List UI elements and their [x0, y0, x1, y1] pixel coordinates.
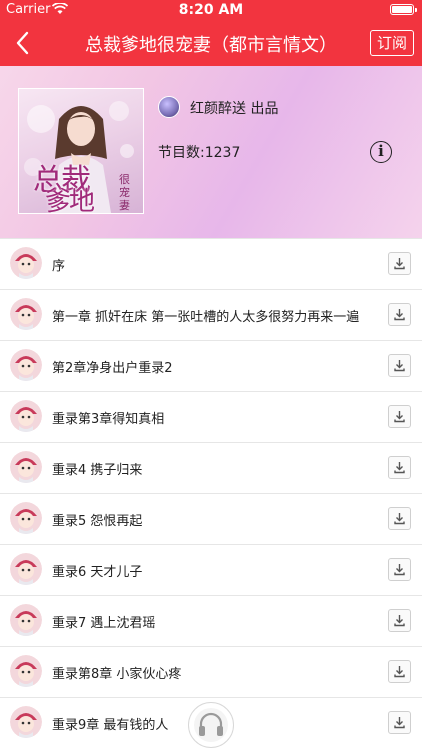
- episode-avatar: [10, 604, 42, 636]
- episode-row[interactable]: 序: [0, 238, 422, 289]
- clock: 8:20 AM: [178, 2, 244, 18]
- episode-row[interactable]: 重录第3章得知真相: [0, 391, 422, 442]
- author-name: 红颜醉送 出品: [190, 101, 279, 117]
- episode-avatar: [10, 298, 42, 330]
- download-icon[interactable]: [388, 609, 411, 632]
- headphones-icon: [194, 708, 228, 742]
- download-icon[interactable]: [388, 405, 411, 428]
- episode-title: 重录9章 最有钱的人: [52, 718, 169, 733]
- episode-row[interactable]: 重录7 遇上沈君瑶: [0, 595, 422, 646]
- download-icon[interactable]: [388, 507, 411, 530]
- download-icon[interactable]: [388, 711, 411, 734]
- episode-title: 重录7 遇上沈君瑶: [52, 616, 156, 631]
- subscribe-button[interactable]: 订阅: [370, 30, 414, 56]
- cover-title-second: 爹地: [45, 187, 95, 214]
- info-icon[interactable]: i: [370, 141, 392, 163]
- episode-avatar: [10, 247, 42, 279]
- album-header: 总裁 爹地 很宠妻 红颜醉送 出品 节目数:1237 i: [0, 66, 422, 238]
- episode-avatar: [10, 400, 42, 432]
- episode-avatar: [10, 655, 42, 687]
- album-cover[interactable]: 总裁 爹地 很宠妻: [18, 88, 144, 214]
- episode-avatar: [10, 451, 42, 483]
- episode-row[interactable]: 重录第8章 小家伙心疼: [0, 646, 422, 697]
- episode-row[interactable]: 第2章净身出户重录2: [0, 340, 422, 391]
- download-icon[interactable]: [388, 252, 411, 275]
- episode-count: 节目数:1237: [158, 145, 241, 161]
- navigation-bar: 总裁爹地很宠妻（都市言情文） 订阅: [0, 20, 422, 66]
- episode-title: 重录6 天才儿子: [52, 565, 143, 580]
- episode-row[interactable]: 重录5 怨恨再起: [0, 493, 422, 544]
- episode-title: 序: [52, 259, 66, 274]
- episode-avatar: [10, 349, 42, 381]
- download-icon[interactable]: [388, 303, 411, 326]
- author-avatar: [158, 96, 180, 118]
- episode-title: 第一章 抓奸在床 第一张吐槽的人太多很努力再来一遍: [52, 310, 360, 325]
- player-button[interactable]: [188, 702, 234, 748]
- episode-title: 第2章净身出户重录2: [52, 361, 173, 376]
- battery-icon: [390, 4, 417, 15]
- download-icon[interactable]: [388, 456, 411, 479]
- episode-title: 重录5 怨恨再起: [52, 514, 143, 529]
- episode-list: 序 第一章 抓奸在床 第一张吐槽的人太多很努力再来一遍 第2章净身出户重录2 重…: [0, 238, 422, 748]
- download-icon[interactable]: [388, 660, 411, 683]
- cover-subtitle: 很宠妻: [119, 173, 130, 212]
- episode-avatar: [10, 502, 42, 534]
- episode-avatar: [10, 553, 42, 585]
- chevron-left-icon[interactable]: [12, 30, 34, 56]
- episode-title: 重录4 携子归来: [52, 463, 143, 478]
- status-bar: Carrier 8:20 AM: [0, 0, 422, 20]
- episode-row[interactable]: 重录6 天才儿子: [0, 544, 422, 595]
- episode-avatar: [10, 706, 42, 738]
- page-title: 总裁爹地很宠妻（都市言情文）: [85, 35, 337, 56]
- download-icon[interactable]: [388, 558, 411, 581]
- episode-row[interactable]: 重录4 携子归来: [0, 442, 422, 493]
- download-icon[interactable]: [388, 354, 411, 377]
- episode-title: 重录第8章 小家伙心疼: [52, 667, 182, 682]
- episode-title: 重录第3章得知真相: [52, 412, 165, 427]
- episode-row[interactable]: 第一章 抓奸在床 第一张吐槽的人太多很努力再来一遍: [0, 289, 422, 340]
